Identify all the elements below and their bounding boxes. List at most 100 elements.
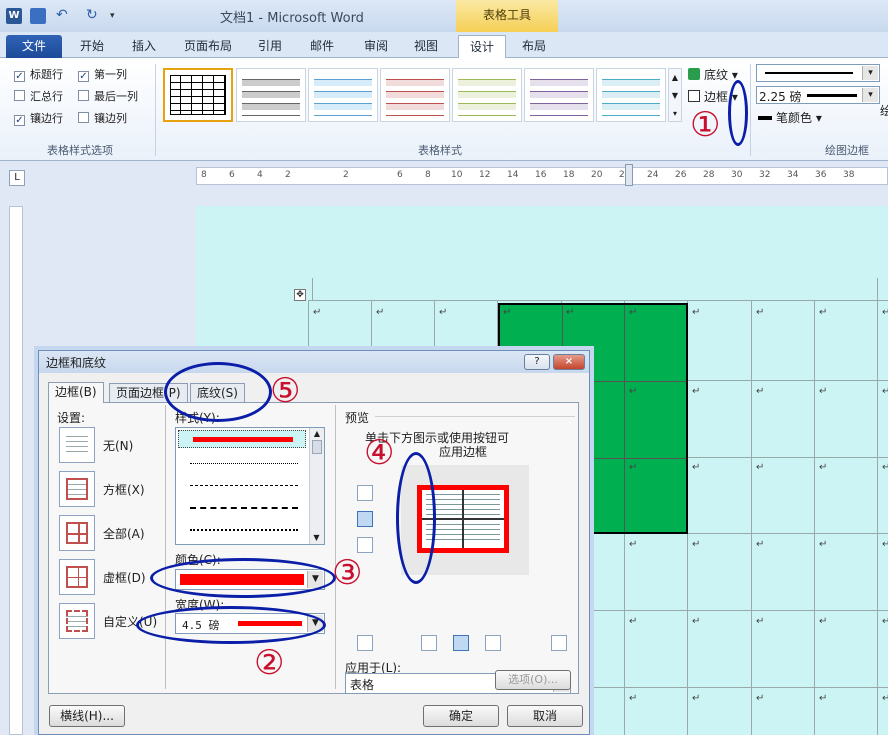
paint-bucket-icon (688, 68, 700, 80)
preview-label: 预览 (345, 411, 370, 425)
annotation-number-2: ② (254, 643, 285, 683)
horizontal-line-button[interactable]: 横线(H)... (49, 705, 125, 727)
shading-button[interactable]: 底纹 ▾ (688, 66, 738, 83)
tab-file[interactable]: 文件 (6, 35, 62, 58)
checkbox-total-row[interactable]: 汇总行 (14, 88, 63, 104)
annotation-number-4: ④ (364, 433, 395, 473)
preview-hint-2: 应用边框 (439, 445, 488, 459)
annotation-oval-5 (164, 362, 272, 422)
tab-review[interactable]: 审阅 (356, 35, 396, 58)
left-border-button[interactable] (421, 635, 437, 651)
options-button[interactable]: 选项(O)... (495, 670, 571, 690)
column-marker[interactable] (625, 164, 633, 186)
annotation-number-1: ① (690, 105, 721, 145)
setting-none-label[interactable]: 无(N) (103, 437, 133, 454)
redo-icon[interactable]: ↻ (86, 8, 102, 24)
diagonal-up-border-button[interactable] (551, 635, 567, 651)
checkbox-banded-columns[interactable]: 镶边列 (78, 110, 127, 126)
tab-home[interactable]: 开始 (72, 35, 112, 58)
annotation-oval-1 (728, 80, 748, 146)
vertical-ruler[interactable] (9, 206, 23, 735)
dialog-tab-borders[interactable]: 边框(B) (48, 382, 104, 403)
table-tools-context-label: 表格工具 (456, 0, 558, 32)
table-style-swatch-4[interactable] (380, 68, 450, 122)
annotation-oval-3 (150, 558, 336, 598)
setting-grid-icon[interactable] (59, 559, 95, 595)
checkbox-header-row[interactable]: ✓ 标题行 (14, 66, 63, 82)
right-border-button[interactable] (485, 635, 501, 651)
table-style-swatch-6[interactable] (524, 68, 594, 122)
inside-horizontal-border-button[interactable] (357, 511, 373, 527)
help-button[interactable]: ? (524, 354, 550, 370)
tab-insert[interactable]: 插入 (124, 35, 164, 58)
group-label-draw-borders: 绘图边框 (825, 144, 869, 157)
table-move-handle-icon[interactable]: ✥ (294, 289, 306, 301)
settings-label: 设置: (57, 411, 86, 425)
cancel-button[interactable]: 取消 (507, 705, 583, 727)
ribbon: ✓ 标题行 ✓ 第一列 汇总行 最后一列 ✓ 镶边行 镶边列 表格样式选项 ▲ ▼ ▾ 表… (0, 58, 888, 161)
line-style-dotted[interactable] (190, 463, 298, 464)
setting-all-label[interactable]: 全部(A) (103, 525, 145, 542)
word-icon[interactable]: W (6, 8, 22, 24)
setting-all-icon[interactable] (59, 515, 95, 551)
top-border-button[interactable] (357, 485, 373, 501)
divider (165, 405, 166, 689)
window-title: 文档1 - Microsoft Word (220, 11, 364, 26)
line-style-long-dash[interactable] (190, 507, 298, 509)
line-style-selected[interactable] (178, 430, 306, 448)
tab-references[interactable]: 引用 (250, 35, 290, 58)
gallery-scroll-controls[interactable]: ▲ ▼ ▾ (668, 68, 682, 122)
customize-toolbar-icon[interactable]: ▾ (110, 8, 126, 24)
diagonal-down-border-button[interactable] (357, 635, 373, 651)
undo-icon[interactable]: ↶ (56, 8, 72, 24)
tab-selector[interactable]: L (9, 170, 25, 186)
horizontal-ruler[interactable]: 8 6 4 2 2 6 8 10 12 14 16 18 20 22 24 26… (196, 164, 888, 186)
line-style-dash-dot[interactable] (190, 529, 298, 531)
setting-grid-label[interactable]: 虚框(D) (103, 569, 146, 586)
table-top-marker (877, 278, 878, 300)
line-style-dropdown[interactable]: ▾ (756, 64, 880, 82)
setting-box-label[interactable]: 方框(X) (103, 481, 145, 498)
group-label-table-styles: 表格样式 (418, 144, 462, 157)
style-list-scrollbar[interactable]: ▲ ▼ (309, 428, 324, 544)
checkbox-last-column[interactable]: 最后一列 (78, 88, 138, 104)
tab-mailings[interactable]: 邮件 (302, 35, 342, 58)
table-style-swatch-3[interactable] (308, 68, 378, 122)
table-top-marker (312, 278, 313, 300)
tab-layout[interactable]: 布局 (512, 35, 556, 58)
annotation-number-3: ③ (332, 553, 363, 593)
title-bar: W ↶ ↻ ▾ 文档1 - Microsoft Word 表格工具 (0, 0, 888, 32)
draw-table-cutoff-label: 绘 (880, 104, 888, 118)
tab-design[interactable]: 设计 (458, 35, 506, 58)
save-icon[interactable] (30, 8, 46, 24)
setting-custom-icon[interactable] (59, 603, 95, 639)
table-style-swatch-2[interactable] (236, 68, 306, 122)
setting-none-icon[interactable] (59, 427, 95, 463)
line-style-list[interactable]: ▲ ▼ (175, 427, 325, 545)
annotation-oval-4 (396, 452, 436, 584)
annotation-number-5: ⑤ (270, 371, 301, 411)
check-icon: ✓ (78, 71, 89, 82)
close-button[interactable]: × (553, 354, 585, 370)
checkbox-first-column[interactable]: ✓ 第一列 (78, 66, 127, 82)
dialog-title: 边框和底纹 (46, 356, 107, 370)
setting-box-icon[interactable] (59, 471, 95, 507)
pen-color-button[interactable]: 笔颜色 ▾ (758, 109, 822, 126)
bottom-border-button[interactable] (357, 537, 373, 553)
borders-and-shading-dialog: 边框和底纹 ? × 边框(B) 页面边框(P) 底纹(S) 设置: 无(N) 方… (38, 350, 590, 735)
borders-icon (688, 90, 700, 102)
dialog-title-bar: 边框和底纹 ? × (39, 351, 589, 373)
inside-vertical-border-button[interactable] (453, 635, 469, 651)
preview-rule (375, 416, 575, 417)
table-style-swatch-5[interactable] (452, 68, 522, 122)
checkbox-banded-rows[interactable]: ✓ 镶边行 (14, 110, 63, 126)
table-style-swatch-1[interactable] (163, 68, 233, 122)
line-style-dashed[interactable] (190, 485, 298, 486)
pen-icon (758, 116, 772, 120)
ok-button[interactable]: 确定 (423, 705, 499, 727)
tab-view[interactable]: 视图 (406, 35, 446, 58)
table-style-swatch-7[interactable] (596, 68, 666, 122)
tab-page-layout[interactable]: 页面布局 (176, 35, 240, 58)
line-weight-dropdown[interactable]: 2.25 磅 ▾ (756, 86, 880, 104)
separator (155, 64, 156, 156)
